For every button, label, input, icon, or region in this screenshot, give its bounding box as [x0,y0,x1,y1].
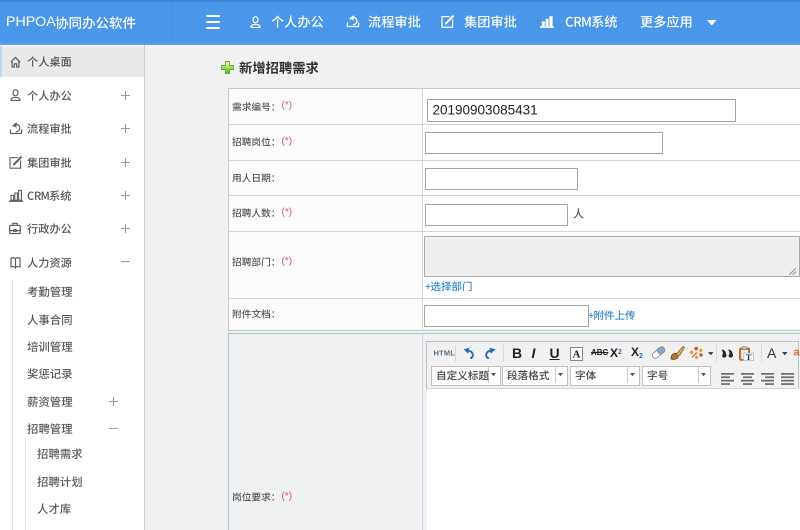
svg-text:T: T [746,352,752,361]
svg-text:A: A [573,348,581,360]
